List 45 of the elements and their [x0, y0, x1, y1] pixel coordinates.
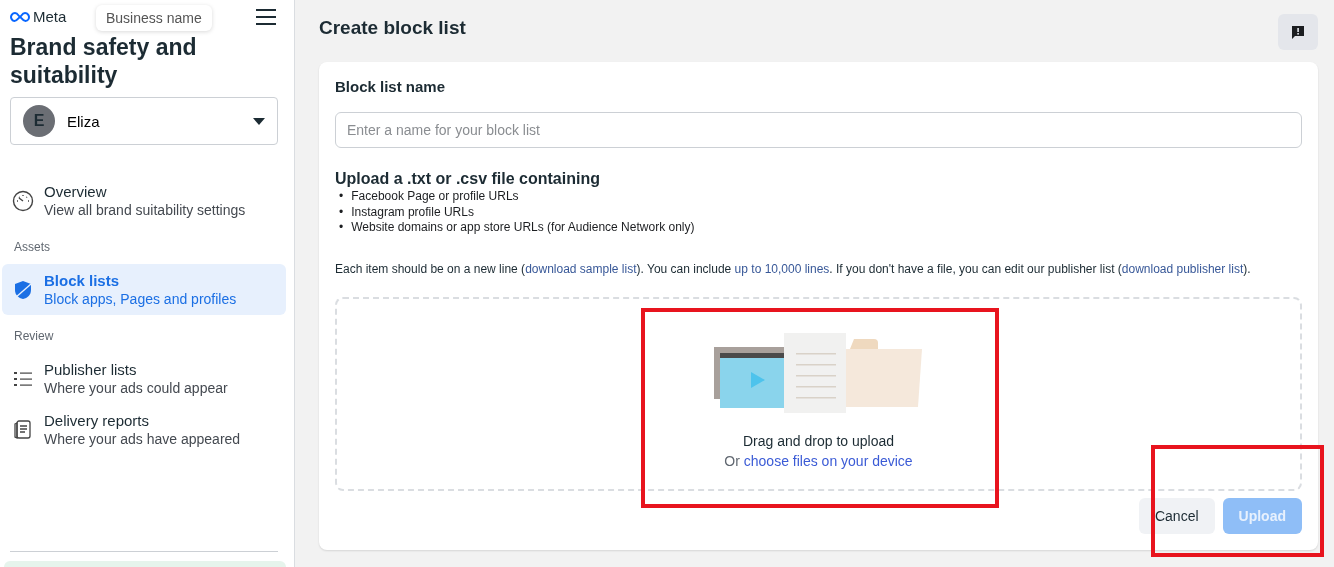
nav-label: Delivery reports [44, 412, 151, 429]
report-icon [1291, 25, 1305, 39]
field-label: Block list name [335, 78, 447, 95]
section-heading: Review [13, 329, 55, 343]
bullet-marker: • [339, 189, 344, 205]
nav-item[interactable]: Overview View all brand suitability settings [2, 175, 286, 226]
gauge-icon [12, 189, 34, 212]
nav-description: Where your ads could appear [44, 380, 228, 396]
text-link[interactable]: download sample list [525, 261, 637, 276]
nav-item[interactable]: Publisher lists Where your ads could appear [2, 353, 286, 404]
nav-description: View all brand suitability settings [44, 202, 246, 218]
instruction-text: Each item should be on a new line (download sample list). You can include up to 10,000 lines. If you don't have a file, you can edit our publisher list (download publisher list). [335, 261, 1252, 276]
report-icon [12, 418, 34, 441]
section-heading: Assets [13, 240, 51, 254]
text-link[interactable]: download publisher list [1121, 261, 1244, 276]
meta-logo[interactable]: Meta [10, 8, 67, 25]
nav-description: Where your ads have appeared [44, 431, 241, 447]
page-heading: Create block list [319, 17, 466, 39]
nav-description: Block apps, Pages and profiles [44, 291, 237, 307]
bullet-item: Facebook Page or profile URLs [351, 189, 519, 205]
upload-heading: Upload a .txt or .csv file containing [335, 170, 601, 188]
or-text: Or [724, 452, 740, 469]
menu-icon[interactable] [256, 8, 276, 25]
page-title: Brand safety and suitability [9, 33, 198, 89]
infinity-icon [10, 10, 30, 23]
bullet-marker: • [339, 204, 344, 220]
name-input[interactable]: Enter a name for your block list [335, 112, 1302, 148]
nav-label: Publisher lists [44, 361, 138, 378]
drop-title: Drag and drop to upload [743, 432, 894, 449]
caret-icon [253, 117, 265, 125]
nav-item[interactable]: Delivery reports Where your ads have appeared [2, 404, 286, 455]
account-selector[interactable]: E Eliza [10, 97, 278, 145]
drop-zone[interactable]: Drag and drop to upload Or choose files on your device [335, 296, 1302, 491]
nav-item[interactable]: Block lists Block apps, Pages and profiles [2, 264, 286, 315]
shield-icon [12, 278, 34, 301]
bullet-marker: • [339, 220, 344, 236]
nav-label: Block lists [44, 272, 121, 289]
choose-files-link[interactable]: choose files on your device [743, 452, 913, 469]
avatar: E [23, 105, 55, 137]
bullet-item: Website domains or app store URLs (for Audience Network only) [351, 220, 695, 236]
cancel-button[interactable]: Cancel [1138, 498, 1215, 534]
feedback-button[interactable] [1278, 14, 1318, 50]
tooltip: Business name [96, 5, 212, 31]
bullet-item: Instagram profile URLs [351, 204, 474, 220]
nav-label: Overview [44, 183, 108, 200]
